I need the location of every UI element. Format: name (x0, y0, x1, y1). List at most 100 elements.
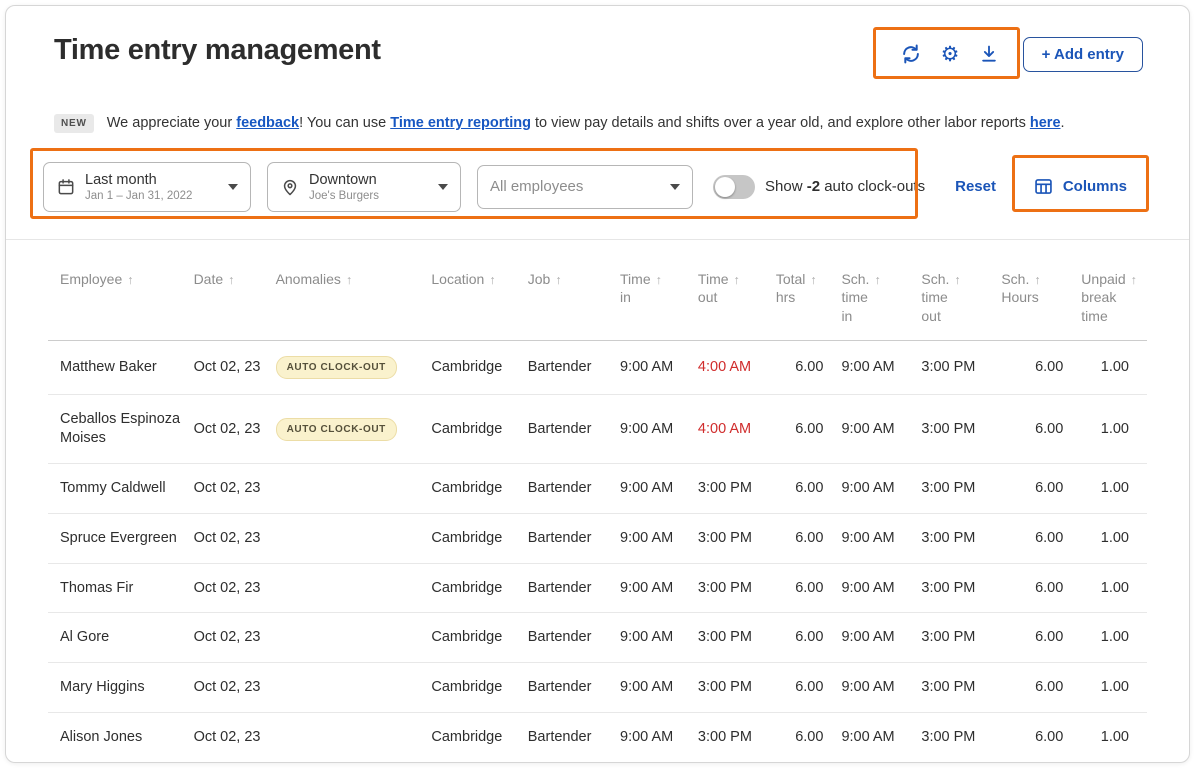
cell-sch_time_in: 9:00 AM (841, 395, 921, 464)
date-range-label: Last month (85, 172, 220, 188)
chevron-down-icon (438, 184, 448, 190)
table-row[interactable]: Ceballos Espinoza MoisesOct 02, 23AUTO C… (48, 395, 1147, 464)
cell-job: Bartender (528, 341, 620, 395)
column-header-time_in[interactable]: Time↑in (620, 240, 698, 341)
column-header-anomaly[interactable]: Anomalies↑ (276, 240, 432, 341)
cell-employee: Tommy Caldwell (48, 463, 194, 513)
column-header-location[interactable]: Location↑ (431, 240, 527, 341)
gear-icon: ⚙ (941, 44, 960, 65)
cell-sch_hours: 6.00 (1001, 395, 1081, 464)
cell-sch_time_in: 9:00 AM (841, 341, 921, 395)
column-header-total_hrs[interactable]: Total↑hrs (776, 240, 842, 341)
banner-segment: ! You can use (299, 115, 390, 131)
date-range-dropdown[interactable]: Last month Jan 1 – Jan 31, 2022 (43, 162, 251, 212)
table-row[interactable]: Matthew BakerOct 02, 23AUTO CLOCK-OUTCam… (48, 341, 1147, 395)
auto-clockout-toggle[interactable] (713, 175, 755, 199)
cell-sch_time_out: 3:00 PM (921, 563, 1001, 613)
cell-location: Cambridge (431, 713, 527, 763)
column-header-date[interactable]: Date↑ (194, 240, 276, 341)
cell-sch_time_in: 9:00 AM (841, 513, 921, 563)
location-dropdown[interactable]: Downtown Joe's Burgers (267, 162, 461, 212)
add-entry-button[interactable]: + Add entry (1023, 37, 1143, 72)
time-entries-table-container: Employee↑Date↑Anomalies↑Location↑Job↑Tim… (48, 240, 1147, 763)
cell-location: Cambridge (431, 563, 527, 613)
cell-sch_hours: 6.00 (1001, 663, 1081, 713)
cell-time_out: 4:00 AM (698, 341, 776, 395)
cell-location: Cambridge (431, 613, 527, 663)
cell-unpaid_break: 1.00 (1081, 463, 1147, 513)
cell-time_out: 3:00 PM (698, 613, 776, 663)
cell-time_out: 3:00 PM (698, 663, 776, 713)
table-row[interactable]: Spruce EvergreenOct 02, 23 CambridgeBarte… (48, 513, 1147, 563)
cell-job: Bartender (528, 613, 620, 663)
table-row[interactable]: Alison JonesOct 02, 23CambridgeBartender… (48, 713, 1147, 763)
cell-total_hrs: 6.00 (776, 663, 842, 713)
cell-date: Oct 02, 23 (194, 563, 276, 613)
sort-ascending-icon: ↑ (127, 273, 133, 287)
cell-employee: Spruce Evergreen (48, 513, 194, 563)
sort-ascending-icon: ↑ (228, 273, 234, 287)
cell-unpaid_break: 1.00 (1081, 663, 1147, 713)
cell-total_hrs: 6.00 (776, 613, 842, 663)
cell-date: Oct 02, 23 (194, 395, 276, 464)
info-banner: NEW We appreciate your feedback! You can… (54, 114, 1141, 134)
sort-ascending-icon: ↑ (954, 273, 960, 287)
cell-location: Cambridge (431, 395, 527, 464)
cell-sch_time_in: 9:00 AM (841, 663, 921, 713)
cell-time_in: 9:00 AM (620, 395, 698, 464)
date-range-sublabel: Jan 1 – Jan 31, 2022 (85, 190, 220, 202)
time-entry-management-page: Time entry management ⚙ (5, 5, 1190, 763)
time-entry-reporting-link[interactable]: Time entry reporting (390, 115, 531, 131)
table-row[interactable]: Tommy CaldwellOct 02, 23CambridgeBartend… (48, 463, 1147, 513)
column-header-sch_hours[interactable]: Sch.↑Hours (1001, 240, 1081, 341)
refresh-button[interactable] (899, 42, 923, 66)
employees-dropdown[interactable]: All employees (477, 165, 693, 209)
cell-date: Oct 02, 23 (194, 341, 276, 395)
table-row[interactable]: Mary HigginsOct 02, 23CambridgeBartender… (48, 663, 1147, 713)
cell-time_in: 9:00 AM (620, 713, 698, 763)
cell-sch_time_in: 9:00 AM (841, 463, 921, 513)
refresh-icon (900, 43, 922, 65)
cell-unpaid_break: 1.00 (1081, 341, 1147, 395)
sort-ascending-icon: ↑ (489, 273, 495, 287)
sort-ascending-icon: ↑ (346, 273, 352, 287)
table-row[interactable]: Thomas FirOct 02, 23CambridgeBartender9:… (48, 563, 1147, 613)
cell-time_in: 9:00 AM (620, 663, 698, 713)
reset-button[interactable]: Reset (955, 178, 996, 195)
cell-sch_hours: 6.00 (1001, 463, 1081, 513)
column-header-job[interactable]: Job↑ (528, 240, 620, 341)
table-row[interactable]: Al GoreOct 02, 23CambridgeBartender9:00 … (48, 613, 1147, 663)
cell-sch_time_out: 3:00 PM (921, 713, 1001, 763)
column-header-employee[interactable]: Employee↑ (48, 240, 194, 341)
cell-job: Bartender (528, 463, 620, 513)
cell-total_hrs: 6.00 (776, 713, 842, 763)
time-entries-table: Employee↑Date↑Anomalies↑Location↑Job↑Tim… (48, 240, 1147, 763)
auto-clock-out-badge: AUTO CLOCK-OUT (276, 418, 397, 441)
auto-clockout-toggle-group: Show -2 auto clock-outs (713, 175, 925, 199)
cell-sch_time_out: 3:00 PM (921, 513, 1001, 563)
settings-button[interactable]: ⚙ (938, 42, 962, 66)
cell-date: Oct 02, 23 (194, 513, 276, 563)
column-header-sch_time_in[interactable]: Sch.↑timein (841, 240, 921, 341)
location-sublabel: Joe's Burgers (309, 190, 430, 202)
cell-location: Cambridge (431, 513, 527, 563)
sort-ascending-icon: ↑ (734, 273, 740, 287)
cell-total_hrs: 6.00 (776, 341, 842, 395)
cell-sch_time_out: 3:00 PM (921, 341, 1001, 395)
cell-job: Bartender (528, 563, 620, 613)
feedback-link[interactable]: feedback (236, 115, 299, 131)
column-header-time_out[interactable]: Time↑out (698, 240, 776, 341)
column-header-unpaid_break[interactable]: Unpaid↑breaktime (1081, 240, 1147, 341)
cell-sch_time_in: 9:00 AM (841, 563, 921, 613)
cell-unpaid_break: 1.00 (1081, 713, 1147, 763)
here-link[interactable]: here (1030, 115, 1061, 131)
column-header-sch_time_out[interactable]: Sch.↑timeout (921, 240, 1001, 341)
location-label: Downtown (309, 172, 430, 188)
columns-button[interactable]: Columns (1033, 176, 1127, 197)
sort-ascending-icon: ↑ (1034, 273, 1040, 287)
cell-job: Bartender (528, 513, 620, 563)
cell-sch_hours: 6.00 (1001, 513, 1081, 563)
banner-segment: We appreciate your (107, 115, 237, 131)
download-button[interactable] (977, 42, 1001, 66)
sort-ascending-icon: ↑ (656, 273, 662, 287)
